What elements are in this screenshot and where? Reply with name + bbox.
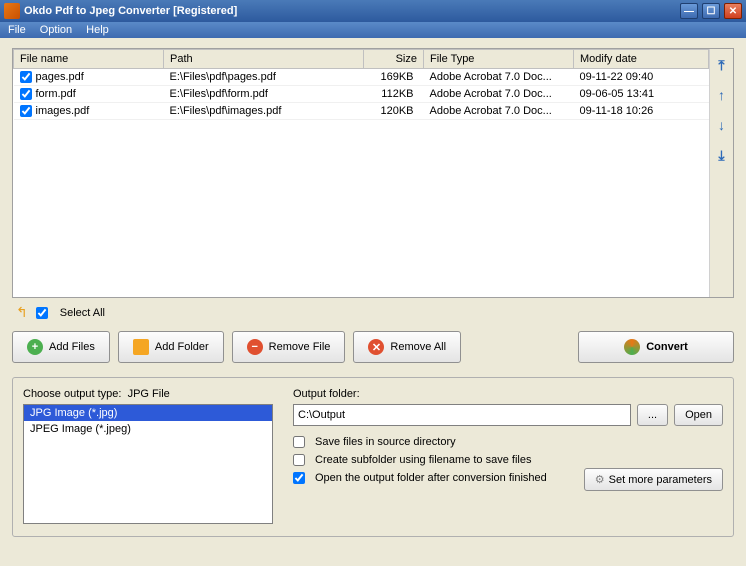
minimize-button[interactable]: — [680, 3, 698, 19]
output-folder-input[interactable] [293, 404, 631, 426]
list-item[interactable]: JPEG Image (*.jpeg) [24, 421, 272, 437]
col-filetype[interactable]: File Type [424, 50, 574, 69]
table-row[interactable]: images.pdfE:\Files\pdf\images.pdf120KBAd… [14, 103, 709, 120]
current-output-type: JPG File [128, 388, 170, 400]
move-up-button[interactable]: ↑ [714, 87, 730, 103]
add-files-button[interactable]: +Add Files [12, 331, 110, 363]
menu-help[interactable]: Help [86, 24, 109, 36]
col-modify[interactable]: Modify date [574, 50, 709, 69]
menubar: File Option Help [0, 22, 746, 38]
remove-file-button[interactable]: −Remove File [232, 331, 346, 363]
open-after-label[interactable]: Open the output folder after conversion … [315, 472, 547, 484]
remove-all-button[interactable]: ✕Remove All [353, 331, 461, 363]
set-more-parameters-button[interactable]: ⚙Set more parameters [584, 468, 723, 491]
add-icon: + [27, 339, 43, 355]
file-table-wrap: File name Path Size File Type Modify dat… [12, 48, 734, 298]
remove-all-icon: ✕ [368, 339, 384, 355]
titlebar: Okdo Pdf to Jpeg Converter [Registered] … [0, 0, 746, 22]
remove-icon: − [247, 339, 263, 355]
create-subfolder-checkbox[interactable] [293, 454, 305, 466]
row-checkbox[interactable] [20, 71, 32, 83]
move-down-button[interactable]: ↓ [714, 117, 730, 133]
output-folder-label: Output folder: [293, 388, 723, 400]
close-button[interactable]: ✕ [724, 3, 742, 19]
row-checkbox[interactable] [20, 105, 32, 117]
gear-icon: ⚙ [595, 473, 605, 486]
save-source-checkbox[interactable] [293, 436, 305, 448]
row-checkbox[interactable] [20, 88, 32, 100]
up-folder-icon[interactable]: ↰ [16, 304, 28, 321]
col-filename[interactable]: File name [14, 50, 164, 69]
select-all-checkbox[interactable] [36, 307, 48, 319]
convert-button[interactable]: Convert [578, 331, 734, 363]
create-subfolder-label[interactable]: Create subfolder using filename to save … [315, 454, 531, 466]
list-item[interactable]: JPG Image (*.jpg) [24, 405, 272, 421]
browse-button[interactable]: ... [637, 404, 668, 426]
move-bottom-button[interactable]: ⤓ [714, 147, 730, 163]
folder-icon [133, 339, 149, 355]
maximize-button[interactable]: ☐ [702, 3, 720, 19]
window-title: Okdo Pdf to Jpeg Converter [Registered] [24, 5, 680, 17]
move-top-button[interactable]: ⤒ [714, 57, 730, 73]
convert-icon [624, 339, 640, 355]
col-path[interactable]: Path [164, 50, 364, 69]
add-folder-button[interactable]: Add Folder [118, 331, 224, 363]
save-source-label[interactable]: Save files in source directory [315, 436, 456, 448]
menu-file[interactable]: File [8, 24, 26, 36]
output-type-list[interactable]: JPG Image (*.jpg)JPEG Image (*.jpeg) [23, 404, 273, 524]
open-after-checkbox[interactable] [293, 472, 305, 484]
file-table: File name Path Size File Type Modify dat… [13, 49, 709, 120]
select-all-label[interactable]: Select All [60, 307, 105, 319]
col-size[interactable]: Size [364, 50, 424, 69]
reorder-panel: ⤒ ↑ ↓ ⤓ [709, 49, 733, 297]
table-row[interactable]: pages.pdfE:\Files\pdf\pages.pdf169KBAdob… [14, 69, 709, 86]
table-row[interactable]: form.pdfE:\Files\pdf\form.pdf112KBAdobe … [14, 86, 709, 103]
menu-option[interactable]: Option [40, 24, 72, 36]
choose-output-label: Choose output type: [23, 388, 121, 400]
open-folder-button[interactable]: Open [674, 404, 723, 426]
app-icon [4, 3, 20, 19]
output-panel: Choose output type: JPG File JPG Image (… [12, 377, 734, 537]
